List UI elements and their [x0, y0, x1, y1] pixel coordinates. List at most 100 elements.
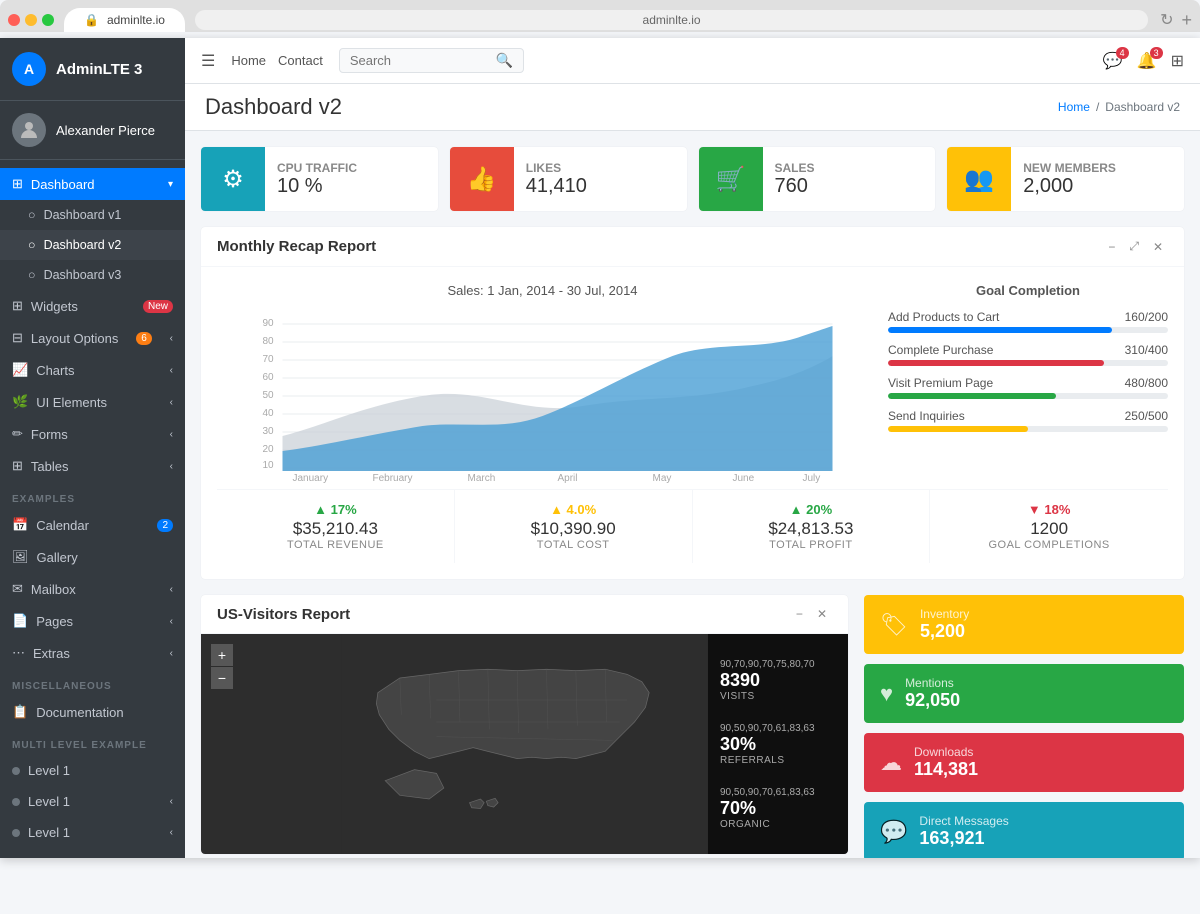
widget-inventory: 🏷 Inventory 5,200	[864, 595, 1184, 654]
goal-value: 160/200	[1125, 310, 1168, 324]
sidebar-item-label: Widgets	[31, 299, 78, 314]
widget-direct-messages: 💬 Direct Messages 163,921	[864, 802, 1184, 858]
chevron-icon: ‹	[170, 616, 173, 627]
add-tab-button[interactable]: +	[1181, 10, 1192, 31]
topbar-search[interactable]: 🔍	[339, 48, 524, 73]
svg-text:March: March	[468, 473, 496, 484]
message-icon: 💬	[880, 819, 907, 845]
sidebar-item-charts[interactable]: 📈 Charts ‹	[0, 354, 185, 386]
sidebar-item-label: Gallery	[37, 550, 78, 565]
minimize-button[interactable]: −	[791, 605, 808, 623]
sidebar-item-layout-options[interactable]: ⊟ Layout Options 6 ‹	[0, 322, 185, 354]
sidebar-item-label: Charts	[36, 363, 74, 378]
us-visitors-section: US-Visitors Report − ✕ + −	[201, 595, 1184, 858]
sidebar-item-documentation[interactable]: 📋 Documentation	[0, 696, 185, 728]
messages-button[interactable]: 💬 4	[1103, 51, 1123, 71]
sidebar-item-label: Level 1	[28, 794, 70, 809]
sidebar-item-widgets[interactable]: ⊞ Widgets New	[0, 290, 185, 322]
us-visitors-header: US-Visitors Report − ✕	[201, 595, 848, 634]
svg-text:40: 40	[263, 408, 275, 419]
svg-text:80: 80	[263, 336, 275, 347]
sidebar-item-label: Dashboard v3	[44, 268, 122, 282]
address-bar[interactable]: adminlte.io	[195, 10, 1148, 30]
info-box-sales: 🛒 Sales 760	[699, 147, 936, 211]
info-box-cpu: ⚙ CPU Traffic 10 %	[201, 147, 438, 211]
sidebar-item-pages[interactable]: 📄 Pages ‹	[0, 605, 185, 637]
stat-change: ▲ 17%	[233, 502, 438, 517]
zoom-in-button[interactable]: +	[211, 644, 233, 666]
chevron-icon: ▾	[168, 179, 173, 190]
sidebar-item-forms[interactable]: ✏ Forms ‹	[0, 418, 185, 450]
map-stats-overlay: 90,70,90,70,75,80,70 8390 VISITS 90,50,9…	[708, 634, 848, 854]
stat-change: ▲ 4.0%	[471, 502, 676, 517]
chart-row: Sales: 1 Jan, 2014 - 30 Jul, 2014 90 80 …	[217, 283, 1168, 489]
sidebar-item-label: Forms	[31, 427, 68, 442]
calendar-icon: 📅	[12, 517, 28, 533]
content-body: ⚙ CPU Traffic 10 % 👍 Likes 41,410	[185, 131, 1200, 858]
breadcrumb-home[interactable]: Home	[1058, 100, 1090, 114]
sidebar-item-calendar[interactable]: 📅 Calendar 2	[0, 509, 185, 541]
sidebar-item-level1a[interactable]: Level 1	[0, 755, 185, 786]
goal-value: 250/500	[1125, 409, 1168, 423]
close-button[interactable]: ✕	[1148, 237, 1168, 256]
expand-button[interactable]: ⤢	[1124, 237, 1144, 256]
sidebar-item-level1b[interactable]: Level 1 ‹	[0, 786, 185, 817]
sidebar-item-ui-elements[interactable]: 🌿 UI Elements ‹	[0, 386, 185, 418]
search-input[interactable]	[350, 53, 490, 68]
sidebar-item-label: Tables	[31, 459, 69, 474]
topbar-home-link[interactable]: Home	[231, 53, 266, 68]
maximize-dot[interactable]	[42, 14, 54, 26]
section-examples: EXAMPLES	[0, 482, 185, 509]
chevron-icon: ‹	[170, 827, 173, 838]
topbar-nav: Home Contact	[231, 53, 323, 68]
sidebar-item-dashboard-v1[interactable]: ○ Dashboard v1	[0, 200, 185, 230]
new-members-label: New Members	[1023, 161, 1116, 175]
stat-total-cost: ▲ 4.0% $10,390.90 TOTAL COST	[455, 490, 693, 563]
widget-value: 5,200	[920, 621, 969, 642]
reload-icon[interactable]: ↻	[1160, 10, 1173, 30]
sidebar-item-gallery[interactable]: 🖼 Gallery	[0, 541, 185, 573]
sidebar-item-dashboard[interactable]: ⊞ Dashboard ▾	[0, 168, 185, 200]
stats-row: ▲ 17% $35,210.43 TOTAL REVENUE ▲ 4.0% $1…	[217, 489, 1168, 563]
map-stat-value: 30%	[720, 734, 836, 755]
sidebar-item-level1c[interactable]: Level 1 ‹	[0, 817, 185, 848]
mail-icon: ✉	[12, 581, 23, 597]
sidebar-item-dashboard-v3[interactable]: ○ Dashboard v3	[0, 260, 185, 290]
sidebar-item-label: Documentation	[36, 705, 123, 720]
sidebar-item-label: Calendar	[36, 518, 89, 533]
notifications-button[interactable]: 🔔 3	[1137, 51, 1157, 71]
chevron-icon: ‹	[170, 397, 173, 408]
stat-value: $35,210.43	[233, 519, 438, 539]
chevron-icon: ‹	[170, 429, 173, 440]
menu-toggle-button[interactable]: ☰	[201, 51, 215, 71]
minimize-button[interactable]: −	[1103, 237, 1120, 256]
monthly-recap-card: Monthly Recap Report − ⤢ ✕ Sales: 1 Jan,…	[201, 227, 1184, 579]
apps-button[interactable]: ⊞	[1171, 51, 1184, 71]
sidebar-item-extras[interactable]: ⋯ Extras ‹	[0, 637, 185, 669]
breadcrumb-separator: /	[1096, 100, 1099, 114]
stat-label: TOTAL COST	[471, 539, 676, 551]
goal-label-text: Add Products to Cart	[888, 310, 999, 324]
widget-value: 163,921	[919, 828, 1008, 849]
info-boxes-row: ⚙ CPU Traffic 10 % 👍 Likes 41,410	[201, 147, 1184, 211]
map-stat-nums: 90,50,90,70,61,83,63	[720, 787, 836, 798]
sidebar-item-mailbox[interactable]: ✉ Mailbox ‹	[0, 573, 185, 605]
topbar-contact-link[interactable]: Contact	[278, 53, 323, 68]
widget-label: Direct Messages	[919, 814, 1008, 828]
stat-change: ▲ 20%	[709, 502, 914, 517]
sidebar: A AdminLTE 3 Alexander Pierce ⊞ Dashboar…	[0, 38, 185, 858]
circle-icon: ○	[28, 208, 36, 222]
minimize-dot[interactable]	[25, 14, 37, 26]
zoom-out-button[interactable]: −	[211, 667, 233, 689]
close-dot[interactable]	[8, 14, 20, 26]
map-stat-label: REFERRALS	[720, 755, 836, 766]
messages-badge: 4	[1116, 47, 1129, 59]
content-header: Dashboard v2 Home / Dashboard v2	[185, 84, 1200, 131]
close-button[interactable]: ✕	[812, 605, 832, 623]
stat-label: TOTAL REVENUE	[233, 539, 438, 551]
svg-text:90: 90	[263, 318, 275, 329]
sidebar-user[interactable]: Alexander Pierce	[0, 101, 185, 160]
sidebar-item-tables[interactable]: ⊞ Tables ‹	[0, 450, 185, 482]
edit-icon: ✏	[12, 426, 23, 442]
sidebar-item-dashboard-v2[interactable]: ○ Dashboard v2	[0, 230, 185, 260]
